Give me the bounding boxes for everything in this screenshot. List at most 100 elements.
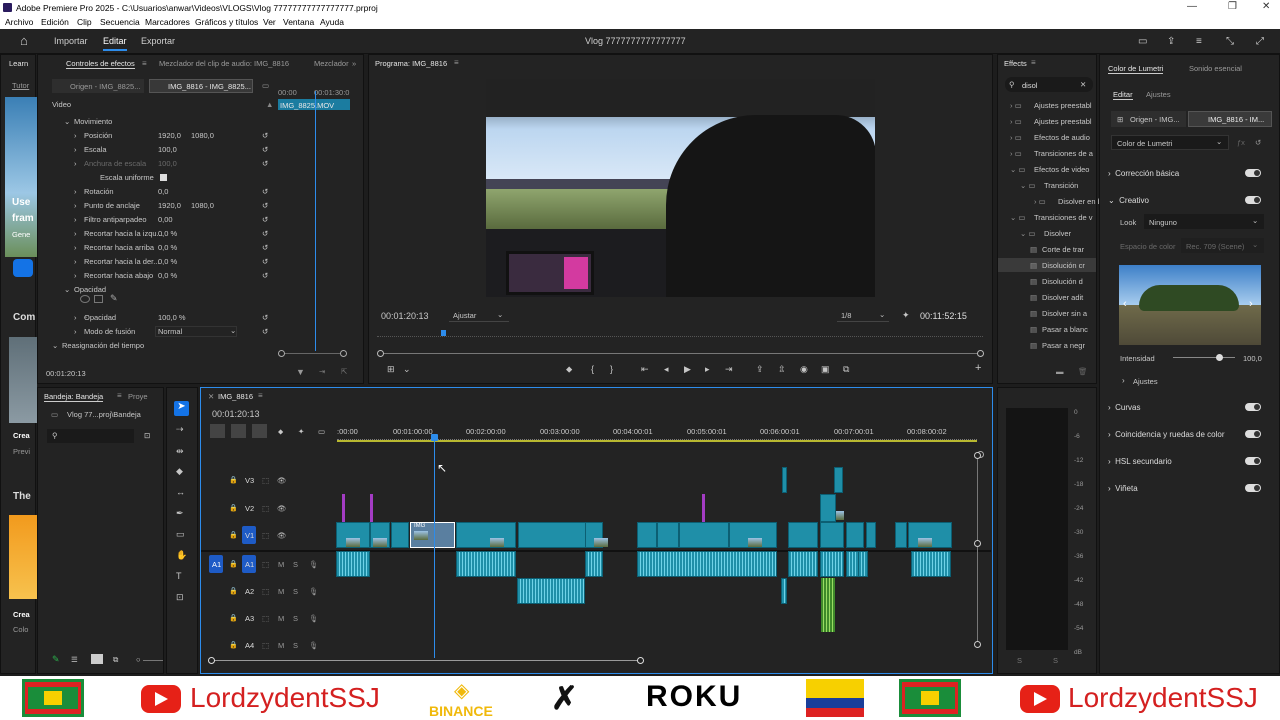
- reset-icon[interactable]: ↺: [262, 313, 268, 322]
- adjustment-clip[interactable]: [342, 494, 345, 522]
- effects-list-item[interactable]: Pasar a blanc: [1042, 325, 1088, 334]
- zoom-slider[interactable]: [143, 660, 163, 661]
- color-wheels-label[interactable]: Coincidencia y ruedas de color: [1115, 430, 1224, 439]
- ec-value-1[interactable]: 100,0: [158, 145, 177, 154]
- ec-playhead[interactable]: [315, 91, 316, 351]
- chevron-icon[interactable]: ›: [74, 145, 77, 154]
- transition-icon[interactable]: ▤: [1030, 341, 1037, 350]
- chevron-icon[interactable]: ›: [74, 215, 77, 224]
- program-ruler[interactable]: [377, 331, 983, 337]
- track-select-tool-icon[interactable]: ⇢: [176, 424, 184, 435]
- learn-tab[interactable]: Learn: [9, 59, 28, 68]
- transition-icon[interactable]: ▤: [1030, 277, 1037, 286]
- ec-zoom-end-handle[interactable]: [340, 350, 347, 357]
- vertical-zoom-handle[interactable]: [974, 452, 981, 459]
- color-space-value[interactable]: Rec. 709 (Scene): [1186, 242, 1244, 251]
- ec-value-1[interactable]: 0,0 %: [158, 229, 177, 238]
- multicam-icon[interactable]: ⧉: [843, 364, 849, 375]
- sync-icon[interactable]: ⬚: [262, 560, 269, 569]
- transition-icon[interactable]: ▤: [1030, 261, 1037, 270]
- play-button[interactable]: ▶: [684, 364, 691, 375]
- new-bin-icon[interactable]: ▬: [1056, 367, 1064, 376]
- lumetri-effect-label[interactable]: Color de Lumetri: [1117, 139, 1172, 148]
- curves-label[interactable]: Curvas: [1115, 403, 1140, 412]
- effects-list-item[interactable]: Transición: [1044, 181, 1078, 190]
- uniform-scale-checkbox[interactable]: [160, 174, 167, 181]
- effects-list-item[interactable]: Disolución cr: [1042, 261, 1085, 270]
- effects-list-item[interactable]: Disolver adit: [1042, 293, 1083, 302]
- vignette-toggle[interactable]: [1245, 484, 1261, 492]
- ellipse-mask-icon[interactable]: [80, 295, 90, 303]
- sync-icon[interactable]: ⬚: [262, 504, 269, 513]
- look-value[interactable]: Ninguno: [1149, 218, 1177, 227]
- minimize-button[interactable]: —: [1187, 1, 1197, 12]
- add-marker-icon[interactable]: ⬥: [278, 427, 283, 437]
- ec-value-1[interactable]: 0,0 %: [158, 257, 177, 266]
- selection-tool-icon[interactable]: ➤: [174, 401, 189, 416]
- video-clip[interactable]: [846, 522, 864, 548]
- audio-clip[interactable]: [788, 551, 818, 577]
- effects-list-item[interactable]: Efectos de video: [1034, 165, 1089, 174]
- effects-menu-icon[interactable]: ≡: [1031, 58, 1036, 67]
- chevron-right-icon[interactable]: ›: [1108, 484, 1111, 493]
- stopwatch-icon[interactable]: ◔: [83, 187, 88, 196]
- tutorial-thumbnail-3[interactable]: [9, 515, 37, 599]
- program-zoom-bar[interactable]: [381, 353, 981, 354]
- audio-clip[interactable]: [585, 551, 603, 577]
- track-label[interactable]: V2: [245, 504, 254, 513]
- look-preview-image[interactable]: [1119, 265, 1261, 345]
- effects-list-item[interactable]: Disolver en b: [1058, 197, 1102, 206]
- mixer-tab[interactable]: Mezclador: [314, 59, 349, 68]
- stopwatch-icon[interactable]: ◔: [83, 215, 88, 224]
- adjustment-clip[interactable]: [702, 494, 705, 522]
- program-video-frame[interactable]: [486, 79, 875, 297]
- progress-icon[interactable]: ⤡: [1226, 36, 1234, 47]
- curves-toggle[interactable]: [1245, 403, 1261, 411]
- solo-button[interactable]: S: [293, 614, 298, 623]
- snap-icon[interactable]: [231, 424, 246, 438]
- basic-correction-toggle[interactable]: [1245, 169, 1261, 177]
- track-label[interactable]: V1: [245, 531, 254, 540]
- source-patch-label[interactable]: A1: [212, 560, 221, 569]
- audio-clip-a2[interactable]: [517, 578, 585, 604]
- intensity-value[interactable]: 100,0: [1243, 354, 1262, 363]
- audio-clip-a2[interactable]: [781, 578, 787, 604]
- timeline-playhead-handle[interactable]: [431, 434, 438, 441]
- reset-icon[interactable]: ↺: [262, 243, 268, 252]
- sync-icon[interactable]: ⬚: [262, 531, 269, 540]
- effects-list-item[interactable]: Pasar a negr: [1042, 341, 1085, 350]
- folder-icon[interactable]: ⌄ ▭: [1010, 213, 1025, 222]
- chevron-icon[interactable]: ›: [74, 257, 77, 266]
- lock-icon[interactable]: 🔒: [229, 504, 238, 512]
- folder-icon[interactable]: › ▭: [1010, 149, 1022, 158]
- zoom-slider-handle[interactable]: ○: [136, 655, 141, 664]
- chevron-icon[interactable]: ›: [74, 131, 77, 140]
- program-zoom-start[interactable]: [377, 350, 384, 357]
- ec-value-1[interactable]: 0,0: [158, 187, 168, 196]
- folder-icon[interactable]: › ▭: [1034, 197, 1046, 206]
- look-chevron-icon[interactable]: ⌄: [1252, 216, 1258, 225]
- captions-icon[interactable]: ▭: [318, 427, 325, 436]
- audio-clip[interactable]: [820, 551, 844, 577]
- new-bin-icon[interactable]: ⊡: [144, 431, 150, 440]
- chevron-right-icon[interactable]: ›: [1108, 169, 1111, 178]
- video-clip-upper[interactable]: [782, 467, 787, 493]
- track-label[interactable]: A1: [245, 560, 254, 569]
- chevron-right-icon[interactable]: ›: [1108, 403, 1111, 412]
- transition-icon[interactable]: ▤: [1030, 245, 1037, 254]
- lumetri-tab[interactable]: Color de Lumetri: [1108, 64, 1164, 74]
- menu-icon[interactable]: ≡: [142, 59, 147, 68]
- transition-icon[interactable]: ▤: [1030, 293, 1037, 302]
- ec-value-1[interactable]: 1920,0: [158, 131, 181, 140]
- import-tab[interactable]: Importar: [54, 36, 88, 46]
- reset-icon[interactable]: ↺: [262, 229, 268, 238]
- hsl-label[interactable]: HSL secundario: [1115, 457, 1172, 466]
- eye-icon[interactable]: 👁: [277, 531, 287, 540]
- ec-value-1[interactable]: 0,00: [158, 215, 173, 224]
- effects-list-item[interactable]: Disolución d: [1042, 277, 1083, 286]
- pen-mask-icon[interactable]: ✎: [110, 293, 118, 304]
- home-icon[interactable]: ⌂: [20, 33, 28, 48]
- reset-icon[interactable]: ↺: [262, 159, 268, 168]
- blend-mode-select[interactable]: [155, 326, 237, 337]
- menu-graficos[interactable]: Gráficos y títulos: [195, 17, 258, 27]
